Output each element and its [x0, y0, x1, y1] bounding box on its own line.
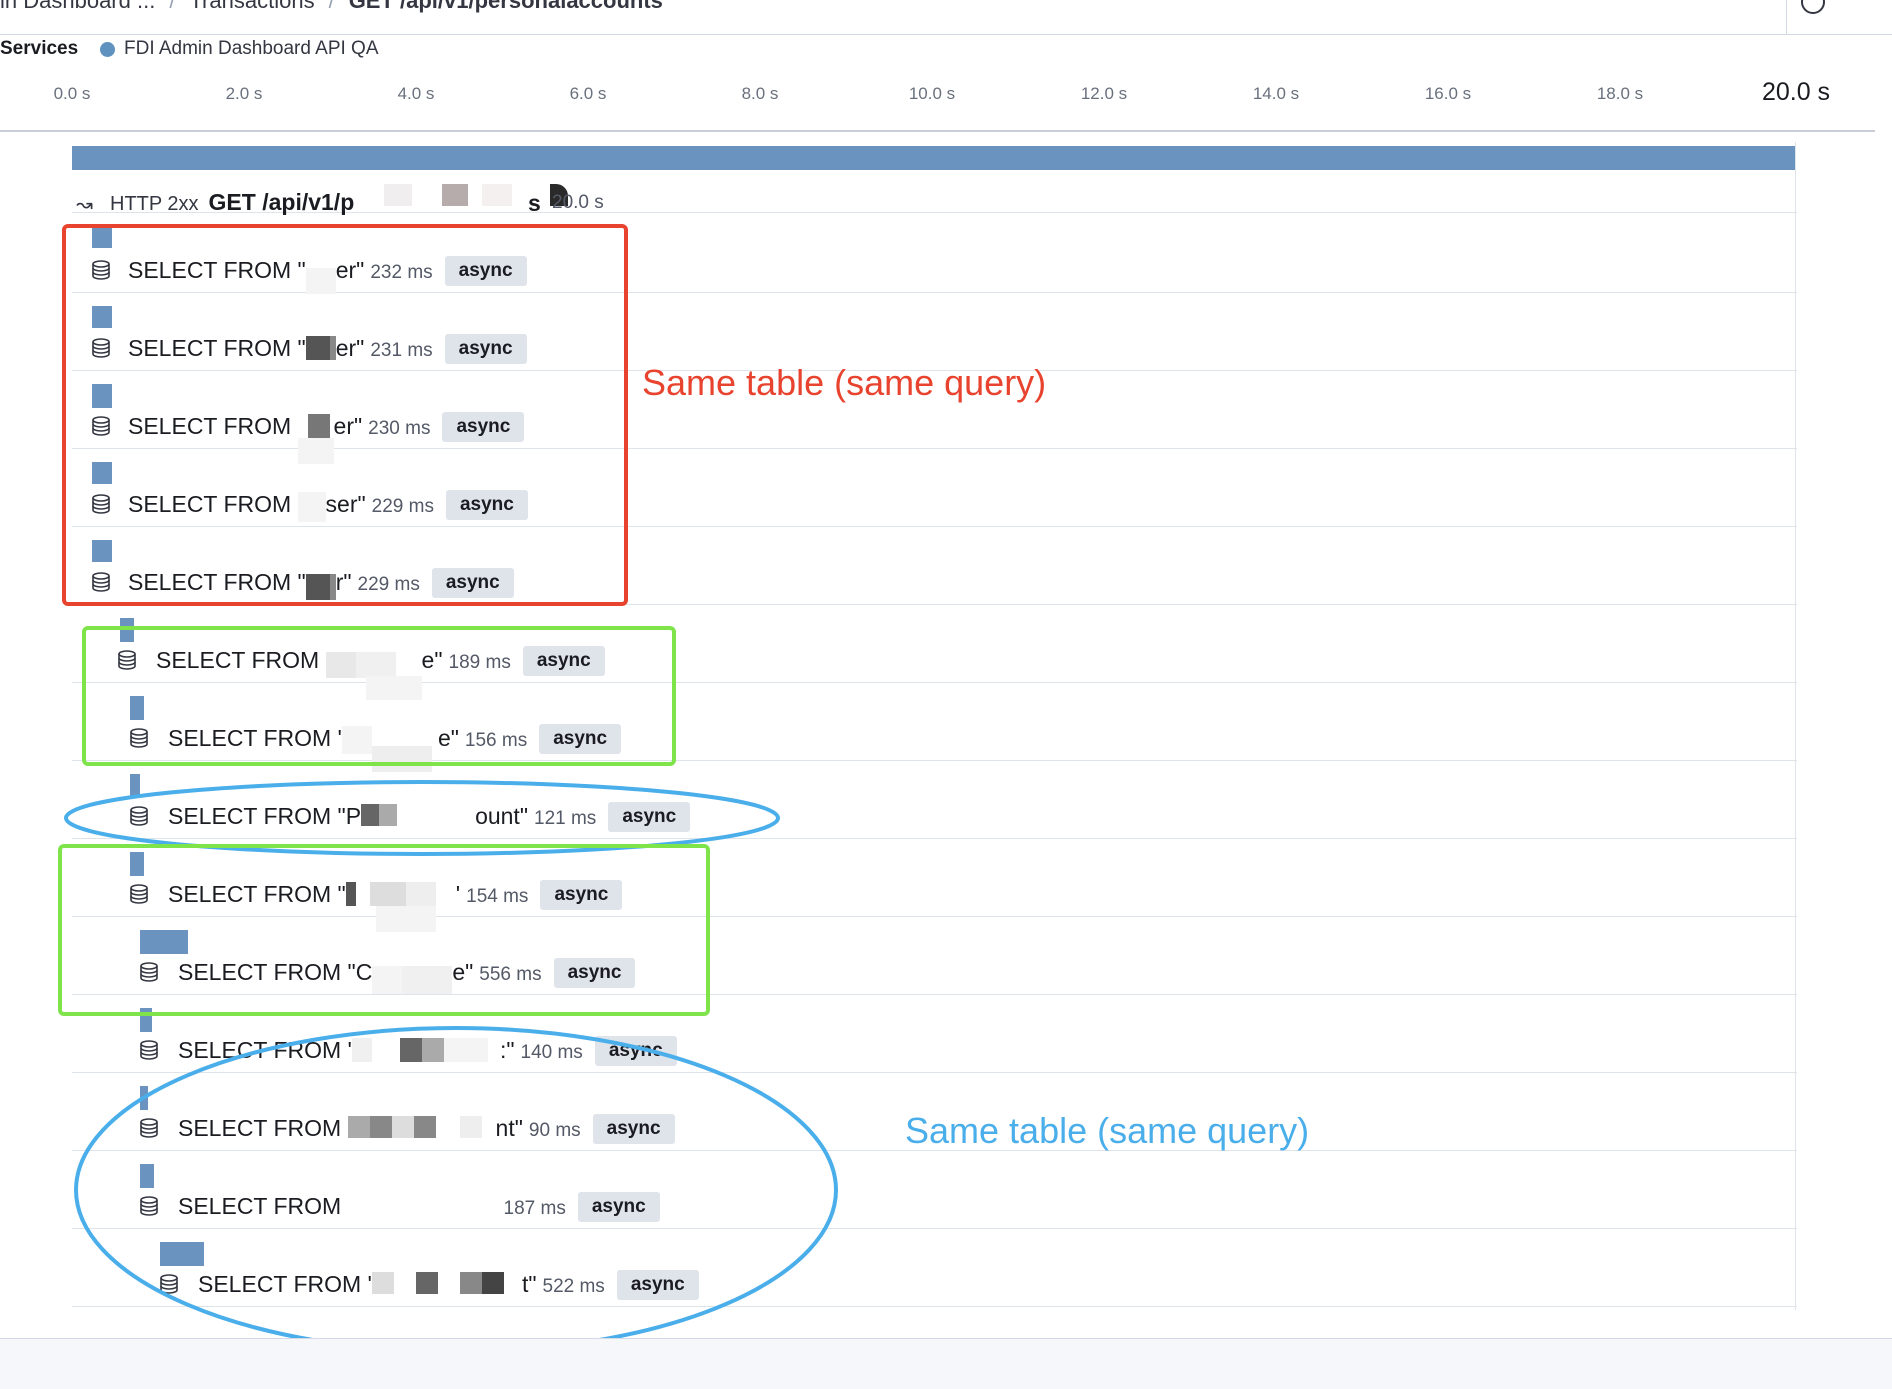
annotation-ellipse-blue-large	[74, 1026, 838, 1354]
annotation-text-red: Same table (same query)	[642, 362, 1047, 403]
annotation-text-blue: Same table (same query)	[905, 1110, 1310, 1151]
annotation-box-red	[62, 224, 628, 606]
footer-bar	[0, 1338, 1892, 1389]
annotation-box-green	[82, 626, 676, 766]
annotation-box-green	[58, 844, 710, 1016]
annotation-ellipse-blue-small	[64, 780, 780, 856]
annotation-layer	[58, 224, 838, 1354]
